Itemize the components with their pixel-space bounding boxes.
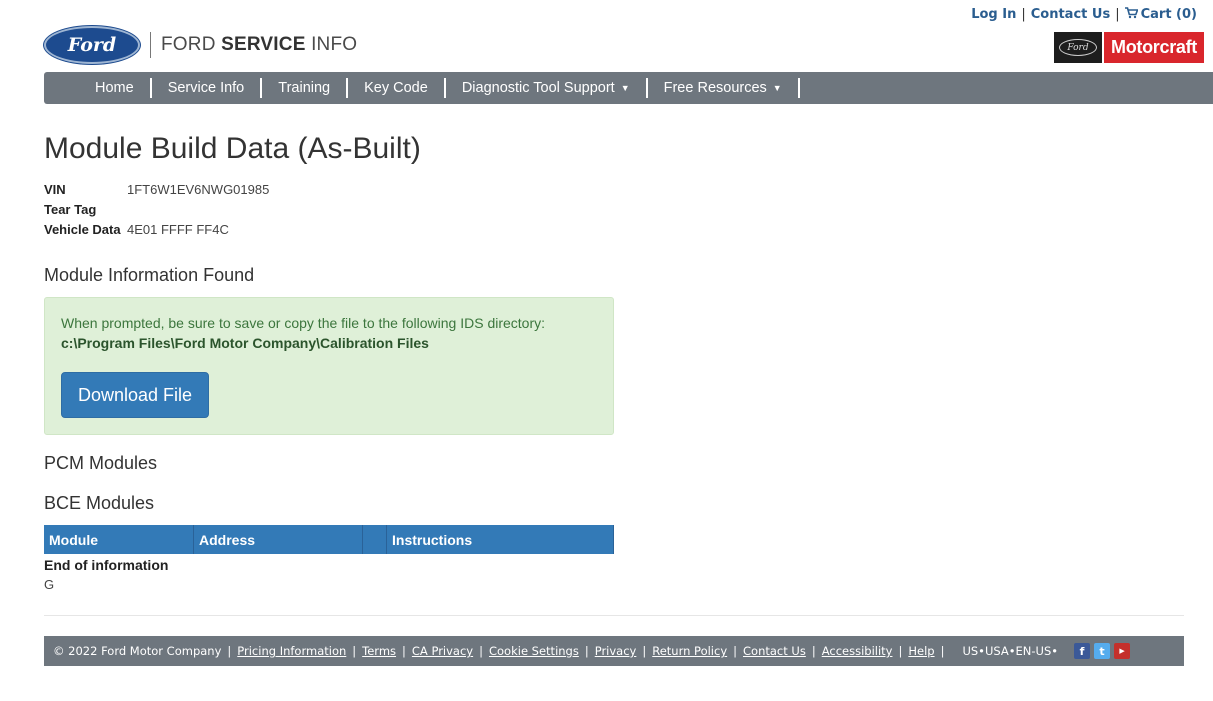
nav-service-info[interactable]: Service Info (152, 78, 263, 98)
nav-diagnostic-tool-support[interactable]: Diagnostic Tool Support ▼ (446, 78, 648, 98)
page-title: Module Build Data (As-Built) (44, 132, 421, 165)
vin-label: VIN (44, 181, 66, 197)
facebook-icon[interactable]: f (1074, 643, 1091, 659)
download-file-button[interactable]: Download File (61, 372, 209, 418)
nav-training[interactable]: Training (262, 78, 349, 98)
bce-modules-table: Module Address Instructions (44, 525, 614, 554)
bce-modules-heading: BCE Modules (44, 493, 155, 513)
footer-link-return-policy[interactable]: Return Policy (652, 644, 727, 658)
prompt-text: When prompted, be sure to save or copy t… (61, 315, 546, 331)
footer-link-cookie-settings[interactable]: Cookie Settings (489, 644, 579, 658)
end-code: G (44, 577, 55, 592)
login-link[interactable]: Log In (971, 7, 1016, 22)
vehicle-data-value: 4E01 FFFF FF4C (127, 221, 229, 237)
nav-key-code[interactable]: Key Code (348, 78, 446, 98)
nav-free-resources[interactable]: Free Resources ▼ (648, 78, 800, 98)
pcm-modules-heading: PCM Modules (44, 453, 158, 473)
column-header-blank (362, 525, 387, 554)
twitter-icon[interactable]: t (1094, 643, 1111, 659)
footer-link-accessibility[interactable]: Accessibility (822, 644, 893, 658)
cart-label: Cart (0) (1140, 7, 1197, 22)
cart-icon (1124, 7, 1138, 19)
ids-path: c:\Program Files\Ford Motor Company\Cali… (61, 335, 429, 351)
motorcraft-name: Motorcraft (1104, 32, 1204, 63)
main-nav: Home Service Info Training Key Code Diag… (44, 72, 1213, 104)
end-of-information: End of information (44, 557, 169, 573)
cart-link[interactable]: Cart (0) (1124, 7, 1197, 22)
footer-link-privacy[interactable]: Privacy (595, 644, 637, 658)
footer-link-pricing[interactable]: Pricing Information (237, 644, 346, 658)
nav-home[interactable]: Home (79, 78, 152, 98)
caret-down-icon: ▼ (620, 83, 630, 93)
divider (44, 615, 1184, 616)
footer-link-contact-us[interactable]: Contact Us (743, 644, 806, 658)
motorcraft-logo[interactable]: Ford Motorcraft (1054, 32, 1204, 63)
contact-us-link[interactable]: Contact Us (1031, 7, 1110, 22)
footer: © 2022 Ford Motor Company | Pricing Infor… (44, 636, 1184, 666)
footer-link-help[interactable]: Help (908, 644, 934, 658)
ford-logo: Ford (44, 26, 140, 64)
copyright: © 2022 Ford Motor Company (53, 644, 222, 658)
vehicle-data-label: Vehicle Data (44, 221, 121, 237)
footer-link-ca-privacy[interactable]: CA Privacy (412, 644, 473, 658)
vehicle-info: VIN 1FT6W1EV6NWG01985 Tear Tag Vehicle Da… (44, 179, 269, 239)
vin-value: 1FT6W1EV6NWG01985 (127, 181, 270, 197)
module-info-heading: Module Information Found (44, 265, 255, 285)
site-logo[interactable]: Ford FORD SERVICE INFO (44, 26, 357, 64)
motorcraft-ford-oval: Ford (1059, 39, 1097, 56)
column-header-instructions: Instructions (386, 525, 614, 554)
logo-divider (150, 32, 151, 58)
social-links: f t ▶ (1074, 643, 1134, 659)
caret-down-icon: ▼ (772, 83, 782, 93)
column-header-module: Module (44, 525, 194, 554)
download-alert: When prompted, be sure to save or copy t… (44, 297, 614, 435)
site-name: FORD SERVICE INFO (161, 34, 358, 55)
locale-selector[interactable]: US•USA•EN-US• (962, 644, 1058, 658)
tear-tag-label: Tear Tag (44, 201, 97, 217)
utility-bar: Log In | Contact Us | Cart (0) (971, 7, 1197, 22)
column-header-address: Address (193, 525, 363, 554)
footer-link-terms[interactable]: Terms (362, 644, 396, 658)
youtube-icon[interactable]: ▶ (1114, 643, 1131, 659)
